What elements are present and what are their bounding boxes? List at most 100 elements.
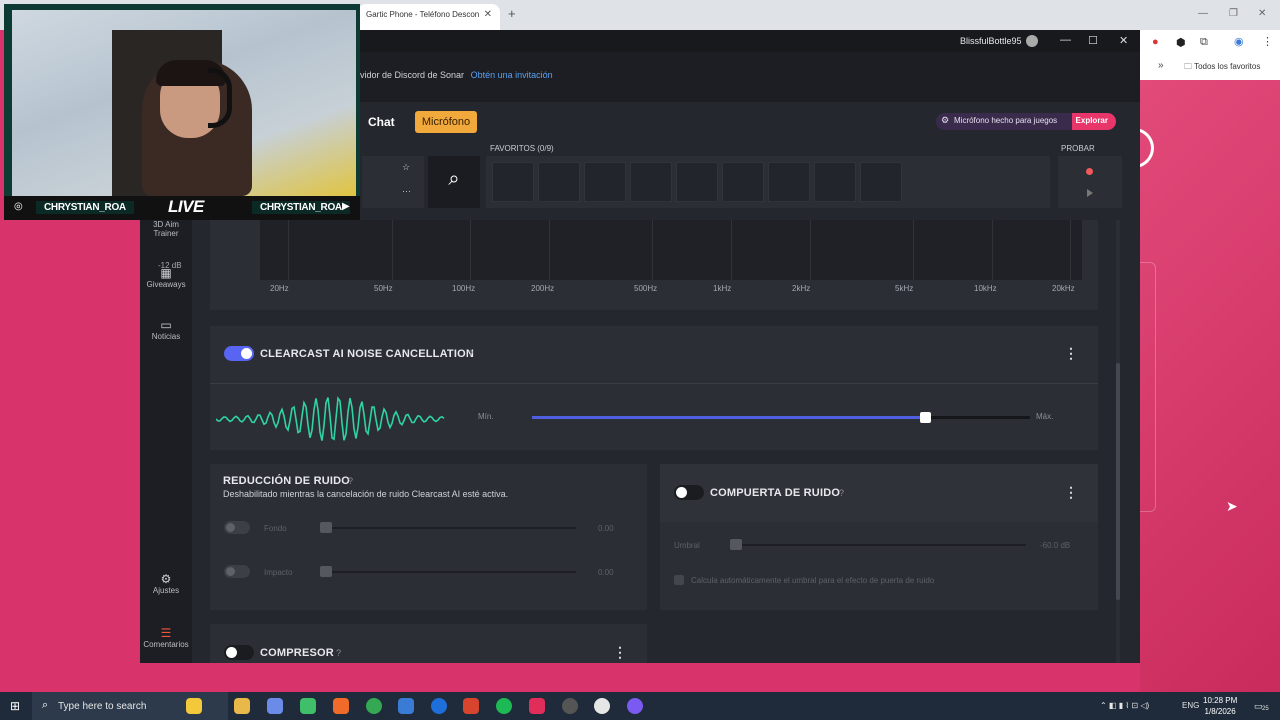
auto-threshold-checkbox[interactable] [674,575,684,585]
browser-close-button[interactable]: ✕ [1258,8,1266,19]
help-icon[interactable]: ? [336,648,341,658]
windows-start-icon[interactable]: ⊞ [10,699,20,713]
favorite-slot[interactable] [538,162,580,202]
tab-close-icon[interactable]: ✕ [484,9,492,20]
noise-reduction-subtitle: Deshabilitado mientras la cancelación de… [223,489,509,499]
preset-search-button[interactable]: ⌕ [428,156,480,208]
spotify-icon[interactable] [496,698,512,714]
favorite-slot[interactable] [860,162,902,202]
help-icon[interactable]: ? [839,488,844,498]
eq-gridline [992,220,993,280]
copilot-icon[interactable] [186,698,202,714]
profile-avatar-icon[interactable]: ◉ [1234,35,1244,48]
extensions-puzzle-icon[interactable]: ⧉ [1200,36,1208,49]
app-icon[interactable] [267,698,283,714]
mouse-cursor-icon: ➤ [1226,498,1238,514]
impact-toggle[interactable] [224,565,250,578]
clearcast-slider[interactable] [532,412,1030,423]
extension-shield-icon[interactable]: ⬢ [1176,36,1186,49]
noise-gate-toggle[interactable] [674,485,704,500]
tiktok-icon[interactable] [529,698,545,714]
nav-item-aim-trainer[interactable]: 3D Aim Trainer [140,220,192,238]
help-icon[interactable]: ? [468,349,473,359]
extension-icon[interactable]: ● [1152,36,1159,48]
main-scrollbar[interactable] [1116,220,1120,663]
eq-tick-label: 500Hz [634,284,658,293]
preset-selector[interactable]: ☆ ··· [362,156,424,208]
compressor-menu-icon[interactable]: ⋮ [613,644,627,661]
browser-tab[interactable]: Gartic Phone - Teléfono Descon ✕ [358,4,500,30]
clearcast-menu-icon[interactable]: ⋮ [1064,345,1078,362]
scroll-thumb[interactable] [1116,363,1120,600]
explore-button[interactable]: Explorar [1071,113,1116,130]
eq-tick-label: 100Hz [452,284,476,293]
app-close-button[interactable]: ✕ [1119,34,1128,47]
eq-tick-label: 10kHz [974,284,997,293]
chrome-icon[interactable] [366,698,382,714]
favorite-slot[interactable] [768,162,810,202]
browser-menu-icon[interactable]: ⋮ [1262,35,1273,48]
star-icon[interactable]: ☆ [402,162,410,173]
username[interactable]: BlissfulBottle95 [960,36,1022,46]
nav-item-settings[interactable]: ⚙ Ajustes [140,572,192,595]
browser-restore-button[interactable]: ❐ [1229,8,1238,19]
background-slider-handle [320,522,332,533]
impact-value: 0.00 [598,568,614,577]
tab-microphone[interactable]: Micrófono [415,111,477,133]
page-side-panel [1140,262,1156,512]
compressor-toggle[interactable] [224,645,254,660]
clock[interactable]: 10:28 PM 1/8/2026 [1203,695,1237,717]
youtube-icon: ▶ [342,201,350,212]
more-options-icon[interactable]: ··· [402,186,411,196]
steelseries-gg-icon[interactable] [594,698,610,714]
favorite-slot[interactable] [492,162,534,202]
store-icon[interactable] [300,698,316,714]
file-explorer-icon[interactable] [234,698,250,714]
play-icon[interactable] [1087,189,1093,197]
shield-app-icon[interactable] [398,698,414,714]
all-favorites-folder[interactable]: 🗀 Todos los favoritos [1184,61,1260,75]
obs-icon[interactable] [562,698,578,714]
instagram-icon: ◎ [14,201,23,212]
all-favorites-label: Todos los favoritos [1194,62,1261,71]
eq-tick-label: 5kHz [895,284,914,293]
brave-icon[interactable] [333,698,349,714]
eq-tick-label: 50Hz [374,284,393,293]
app-maximize-button[interactable]: ☐ [1088,34,1098,47]
favorite-slot[interactable] [676,162,718,202]
background-label: Fondo [264,524,287,533]
favorite-slot[interactable] [814,162,856,202]
app-icon[interactable] [431,698,447,714]
browser-tab-title: Gartic Phone - Teléfono Descon [366,10,480,19]
background-toggle[interactable] [224,521,250,534]
steelseries-icon: ⚙ [941,115,950,125]
favorite-slot[interactable] [722,162,764,202]
favorite-slot[interactable] [630,162,672,202]
new-tab-button[interactable]: + [508,6,516,21]
nav-item-news[interactable]: ▭ Noticias [140,318,192,341]
slider-max-label: Máx. [1036,412,1054,421]
live-label: LIVE [168,197,204,216]
nav-item-feedback[interactable]: ☰ Comentarios [140,626,192,649]
language-indicator[interactable]: ENG [1182,701,1199,710]
background-slider [320,527,576,529]
discord-invite-link[interactable]: Obtén una invitación [471,70,553,80]
eq-gridline [392,220,393,280]
noise-gate-menu-icon[interactable]: ⋮ [1064,484,1078,501]
slider-fill [532,416,926,419]
record-button[interactable] [1086,168,1093,175]
tab-chat[interactable]: Chat [368,115,395,129]
tray-icons[interactable]: ⌃ ◧ ▮ ⌇ ⊡ ◁) [1100,701,1149,710]
browser-minimize-button[interactable]: — [1198,8,1208,19]
more-bookmarks-icon[interactable]: » [1158,60,1164,71]
app-minimize-button[interactable]: — [1060,34,1071,46]
clearcast-toggle[interactable] [224,346,254,361]
discord-icon[interactable] [627,698,643,714]
user-avatar[interactable] [1026,35,1038,47]
favorite-slot[interactable] [584,162,626,202]
equalizer-plot[interactable] [260,220,1082,280]
help-icon[interactable]: ? [348,476,353,486]
tf-app-icon[interactable] [463,698,479,714]
impact-slider-handle [320,566,332,577]
slider-handle[interactable] [920,412,932,423]
